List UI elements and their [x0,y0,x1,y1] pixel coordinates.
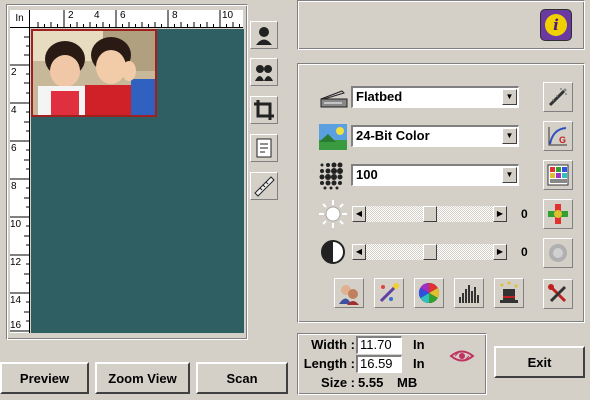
resolution-select-value: 100 [356,167,378,182]
ruler-tool-button[interactable] [250,172,278,200]
tools-icon [548,284,567,303]
mirror-tool-button[interactable] [250,58,278,86]
size-value: 5.55 [358,375,384,390]
chevron-down-icon[interactable]: ▼ [502,128,517,144]
color-mode-select[interactable]: 24-Bit Color ▼ [351,125,519,147]
magic-wand-icon [548,88,567,107]
contrast-slider[interactable]: ◀ ▶ [352,244,507,260]
brightness-sun-icon [318,199,348,229]
scan-button[interactable]: Scan [196,362,288,394]
ruler-top-tick: 6 [120,10,126,21]
ruler-left-tick: 4 [11,105,17,116]
mirror-tool-icon [255,65,273,81]
page-tool-button[interactable] [250,134,278,162]
contrast-value: 0 [521,245,528,259]
color-balance-button[interactable] [543,160,573,190]
magic-hat-icon [500,281,518,303]
ruler-top: 2 4 6 8 10 [10,10,243,28]
magic-hat-button[interactable] [494,278,524,308]
crop-tool-button[interactable] [250,96,278,124]
ruler-left-tick: 10 [10,219,22,230]
filter-disabled-icon [549,244,567,262]
color-wheel-button[interactable] [414,278,444,308]
chevron-down-icon[interactable]: ▼ [502,167,517,183]
width-label: Width : [311,337,355,352]
color-grid-icon [547,164,569,186]
svg-text:G: G [559,135,566,145]
color-landscape-icon [318,122,348,152]
eye-icon [449,350,475,362]
info-button[interactable]: i [540,9,572,41]
portrait-adjust-button[interactable] [334,278,364,308]
slider-right-arrow[interactable]: ▶ [493,206,507,222]
width-field[interactable]: 11.70 [356,336,402,354]
gamma-curve-icon: G [548,127,567,146]
saturation-button[interactable] [543,199,573,229]
resolution-dots-icon [318,161,348,191]
ruler-top-tick: 10 [222,10,234,21]
slider-left-arrow[interactable]: ◀ [352,206,366,222]
faces-icon [339,285,359,305]
wand-brush-icon [379,283,399,303]
zoom-view-button[interactable]: Zoom View [95,362,190,394]
crop-tool-icon [254,100,274,120]
resolution-select[interactable]: 100 ▼ [351,164,519,186]
exit-button[interactable]: Exit [494,346,585,378]
width-unit: In [413,337,425,352]
ruler-left: 2 4 6 8 10 12 14 16 [10,28,30,333]
size-unit: MB [397,375,418,390]
auto-enhance-button[interactable] [374,278,404,308]
source-select-value: Flatbed [356,89,403,104]
brightness-slider[interactable]: ◀ ▶ [352,206,507,222]
ruler-left-tick: 12 [10,257,22,268]
ruler-left-tick: 6 [11,143,17,154]
histogram-button[interactable] [454,278,484,308]
ruler-tool-icon [254,176,275,197]
size-label: Size : [321,375,355,390]
ruler-top-tick: 2 [68,10,74,21]
scan-selection-photo[interactable] [31,29,157,117]
brightness-slider-thumb[interactable] [423,206,437,222]
portrait-tool-icon [256,27,272,45]
brightness-value: 0 [521,207,528,221]
ruler-top-tick: 8 [172,10,178,21]
preview-button[interactable]: Preview [0,362,89,394]
ruler-unit: In [10,10,30,28]
histogram-icon [459,285,479,303]
color-mode-select-value: 24-Bit Color [356,128,430,143]
slider-right-arrow[interactable]: ▶ [493,244,507,260]
descreen-button[interactable] [543,82,573,112]
contrast-slider-thumb[interactable] [423,244,437,260]
length-label: Length : [303,356,355,371]
disabled-filter-button [543,238,573,268]
ruler-left-tick: 2 [11,67,17,78]
gamma-curve-button[interactable]: G [543,121,573,151]
ruler-left-tick: 16 [10,320,22,331]
tools-button[interactable] [543,279,573,309]
info-icon: i [545,14,567,36]
ruler-top-tick: 4 [94,10,100,21]
source-select[interactable]: Flatbed ▼ [351,86,519,108]
slider-left-arrow[interactable]: ◀ [352,244,366,260]
contrast-icon [318,237,348,267]
ruler-left-tick: 14 [10,295,22,306]
scanner-icon [318,83,348,113]
color-wheel-icon [418,282,440,304]
portrait-tool-button[interactable] [250,21,278,49]
length-unit: In [413,356,425,371]
chevron-down-icon[interactable]: ▼ [502,89,517,105]
page-tool-icon [256,138,272,158]
preview-eye-button[interactable] [447,343,477,369]
color-cross-icon [548,204,568,224]
ruler-left-tick: 8 [11,181,17,192]
length-field[interactable]: 16.59 [356,355,402,373]
